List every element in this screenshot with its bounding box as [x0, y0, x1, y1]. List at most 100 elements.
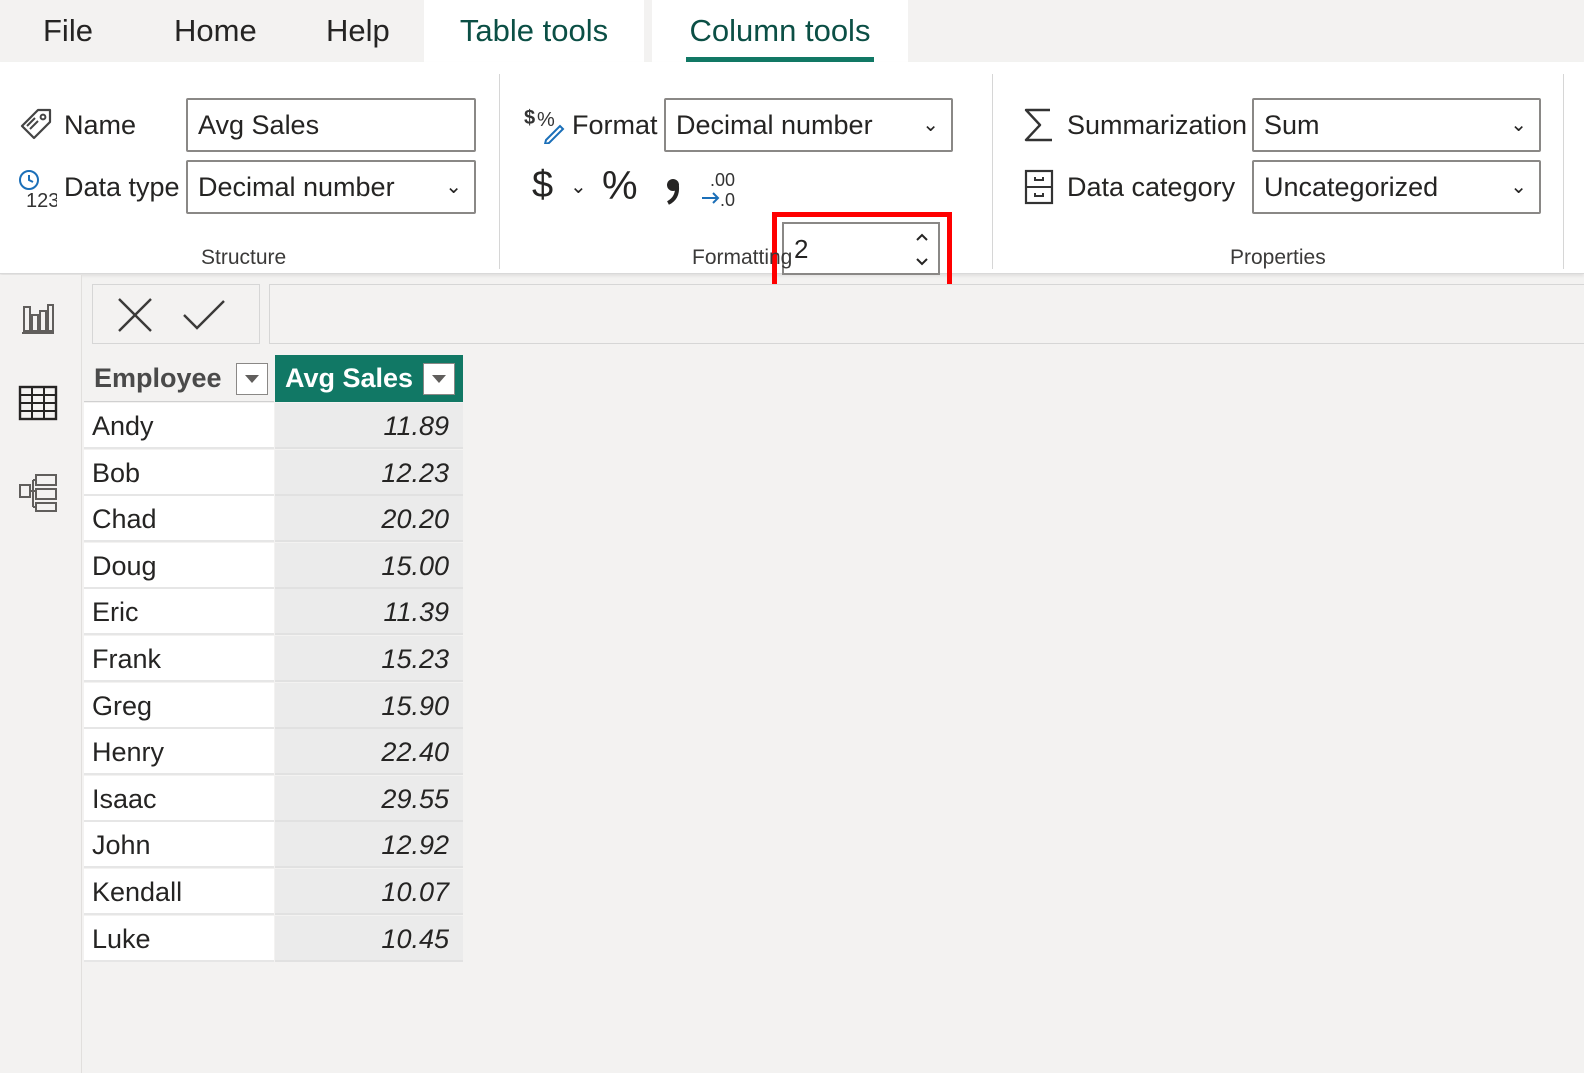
report-view-icon[interactable] — [18, 297, 58, 337]
table-row: John 12.92 — [84, 822, 464, 869]
svg-text:$: $ — [524, 107, 535, 129]
table-row: Greg 15.90 — [84, 682, 464, 729]
group-divider — [1563, 74, 1564, 269]
table-row: Luke 10.45 — [84, 915, 464, 962]
cancel-icon[interactable] — [115, 297, 155, 333]
tab-column-tools[interactable]: Column tools — [652, 0, 908, 62]
avg-sales-cell[interactable]: 10.45 — [275, 915, 463, 962]
avg-sales-cell[interactable]: 29.55 — [275, 775, 463, 822]
avg-sales-cell[interactable]: 12.92 — [275, 822, 463, 869]
group-divider — [499, 74, 500, 269]
table-row: Doug 15.00 — [84, 542, 464, 589]
column-header-label: Avg Sales — [285, 363, 414, 393]
tab-file[interactable]: File — [43, 0, 93, 62]
summarization-dropdown[interactable]: Sum ⌄ — [1252, 98, 1541, 152]
comma-style-icon[interactable] — [660, 174, 686, 208]
summarization-label: Summarization — [1067, 110, 1248, 140]
table-row: Kendall 10.07 — [84, 869, 464, 915]
filter-dropdown-icon[interactable] — [236, 363, 268, 395]
data-type-dropdown[interactable]: Decimal number ⌄ — [186, 160, 476, 214]
svg-text:%: % — [537, 109, 555, 131]
decimal-places-value: 2 — [794, 234, 809, 264]
data-category-value: Uncategorized — [1264, 172, 1439, 202]
decimal-places-input[interactable]: 2 — [782, 222, 940, 275]
percent-icon: % — [602, 164, 638, 208]
formatting-group-label: Formatting — [692, 246, 793, 269]
format-value: Decimal number — [676, 110, 873, 140]
avg-sales-cell[interactable]: 15.90 — [275, 682, 463, 729]
formula-bar-input[interactable] — [269, 284, 1584, 344]
currency-dropdown-chevron-icon[interactable]: ⌄ — [570, 174, 587, 199]
avg-sales-cell[interactable]: 15.23 — [275, 636, 463, 682]
view-switcher — [0, 275, 82, 1073]
currency-button[interactable]: $ — [532, 164, 553, 207]
name-field[interactable]: Avg Sales — [186, 98, 476, 152]
employee-cell[interactable]: John — [84, 822, 274, 869]
sigma-icon — [1024, 108, 1052, 142]
table-row: Andy 11.89 — [84, 403, 464, 449]
data-category-label: Data category — [1067, 172, 1236, 202]
avg-sales-cell[interactable]: 22.40 — [275, 729, 463, 776]
tab-column-tools-label: Column tools — [689, 13, 871, 48]
format-icon: $ % — [524, 107, 565, 144]
chevron-down-icon: ⌄ — [1510, 114, 1527, 136]
summarization-value: Sum — [1264, 110, 1320, 140]
tag-icon — [20, 108, 52, 140]
table-row: Chad 20.20 — [84, 496, 464, 543]
employee-cell[interactable]: Henry — [84, 729, 274, 776]
percent-button[interactable]: % — [602, 164, 638, 209]
employee-cell[interactable]: Eric — [84, 589, 274, 636]
table-row: Henry 22.40 — [84, 729, 464, 776]
tab-help[interactable]: Help — [326, 0, 390, 62]
model-view-icon[interactable] — [18, 473, 58, 513]
ribbon-panel: Name Avg Sales 123 Data type Decimal num… — [0, 62, 1584, 290]
avg-sales-cell[interactable]: 10.07 — [275, 869, 463, 915]
chevron-down-icon: ⌄ — [445, 176, 462, 198]
data-type-label: Data type — [64, 172, 180, 202]
currency-icon: $ — [532, 164, 554, 206]
format-dropdown[interactable]: Decimal number ⌄ — [664, 98, 953, 152]
cabinet-icon — [1024, 169, 1054, 205]
data-type-value: Decimal number — [198, 172, 395, 202]
properties-group-label: Properties — [1230, 246, 1326, 269]
table-row: Frank 15.23 — [84, 636, 464, 682]
tab-table-tools[interactable]: Table tools — [424, 0, 644, 62]
employee-cell[interactable]: Kendall — [84, 869, 274, 915]
name-field-value: Avg Sales — [198, 110, 320, 140]
employee-cell[interactable]: Isaac — [84, 775, 274, 822]
avg-sales-cell[interactable]: 15.00 — [275, 542, 463, 589]
chevron-down-icon: ⌄ — [1510, 176, 1527, 198]
ribbon-tab-bar: File Home Help Table tools Column tools — [0, 0, 1584, 66]
column-header-employee[interactable]: Employee — [84, 355, 274, 402]
table-row: Bob 12.23 — [84, 449, 464, 496]
employee-cell[interactable]: Greg — [84, 682, 274, 729]
avg-sales-cell[interactable]: 11.39 — [275, 589, 463, 636]
group-divider — [992, 74, 993, 269]
tab-table-tools-label: Table tools — [459, 13, 609, 48]
avg-sales-cell[interactable]: 20.20 — [275, 496, 463, 543]
employee-cell[interactable]: Bob — [84, 449, 274, 496]
column-header-avg-sales[interactable]: Avg Sales — [275, 355, 463, 402]
commit-check-icon[interactable] — [181, 297, 227, 333]
name-label: Name — [64, 110, 137, 140]
structure-group-label: Structure — [201, 246, 287, 269]
employee-cell[interactable]: Doug — [84, 542, 274, 589]
data-category-dropdown[interactable]: Uncategorized ⌄ — [1252, 160, 1541, 214]
filter-dropdown-icon[interactable] — [423, 363, 455, 395]
employee-cell[interactable]: Luke — [84, 915, 274, 962]
svg-text:.00: .00 — [710, 170, 735, 190]
table-row: Isaac 29.55 — [84, 775, 464, 822]
avg-sales-cell[interactable]: 12.23 — [275, 449, 463, 496]
svg-text:.0: .0 — [720, 190, 735, 210]
spinner-arrows-icon[interactable] — [912, 226, 932, 272]
chevron-down-icon: ⌄ — [922, 114, 939, 136]
table-row: Eric 11.39 — [84, 589, 464, 636]
tab-home[interactable]: Home — [174, 0, 257, 62]
table-view-icon[interactable] — [18, 383, 58, 423]
employee-cell[interactable]: Frank — [84, 636, 274, 682]
avg-sales-cell[interactable]: 11.89 — [275, 403, 463, 449]
increase-decimal-icon[interactable]: .00 .0 — [700, 168, 740, 210]
employee-cell[interactable]: Chad — [84, 496, 274, 543]
svg-text:123: 123 — [26, 190, 57, 210]
employee-cell[interactable]: Andy — [84, 403, 274, 449]
